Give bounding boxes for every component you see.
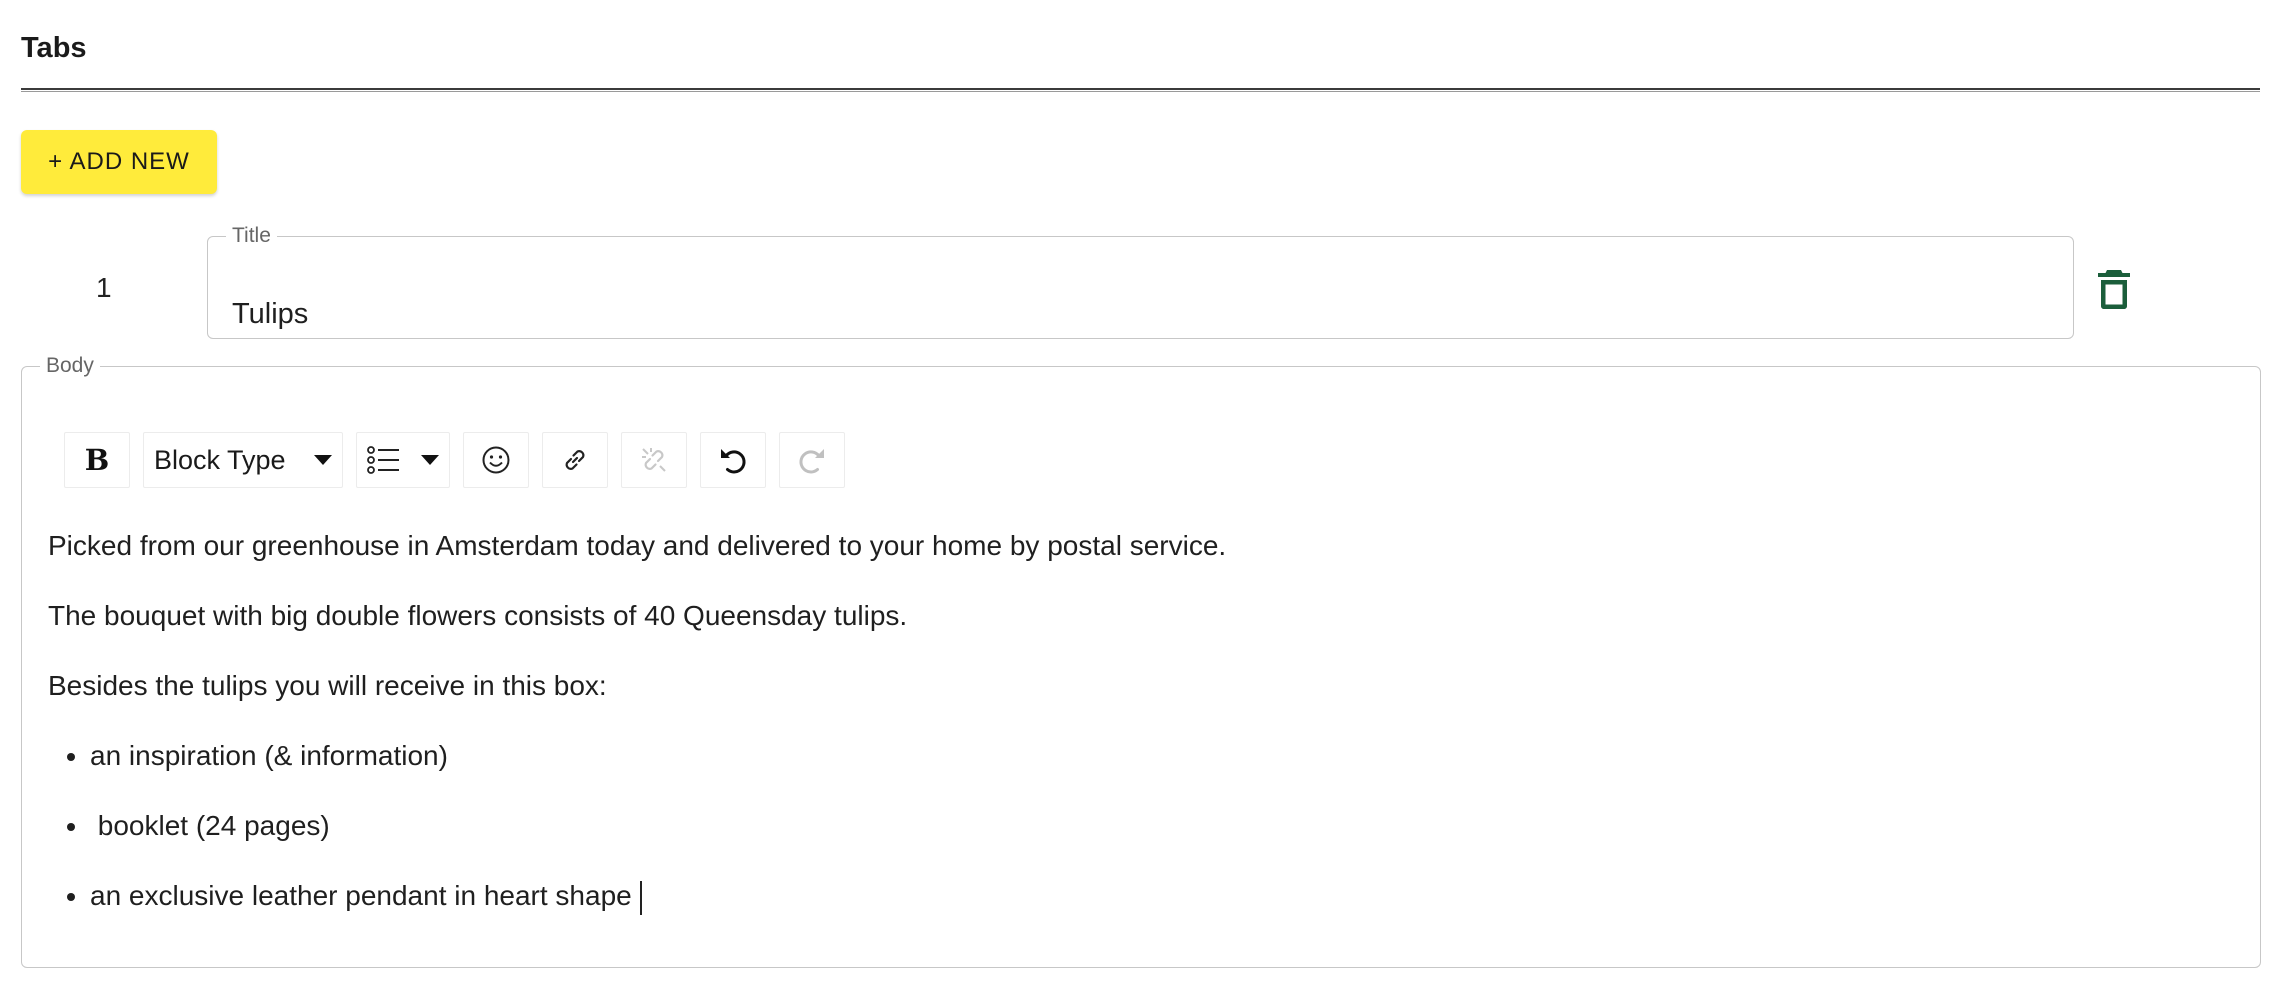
body-field: Body B Block Type Picked from our greenh… [21, 354, 2261, 968]
title-input[interactable] [232, 298, 2012, 331]
tabs-editor-page: Tabs + ADD NEW 1 Title Body B Block Type [0, 0, 2282, 986]
emoji-button[interactable] [463, 432, 529, 488]
body-paragraph: Picked from our greenhouse in Amsterdam … [48, 530, 1227, 561]
body-legend: Body [46, 354, 94, 377]
list-item: booklet (24 pages) [90, 808, 2228, 844]
chevron-down-icon [421, 455, 439, 465]
section-divider [21, 88, 2260, 92]
list-item-text: an inspiration (& information) [90, 740, 448, 771]
editor-toolbar: B Block Type [64, 432, 845, 488]
section-title: Tabs [21, 32, 87, 64]
list-item: an inspiration (& information) [90, 738, 2228, 774]
list-dropdown[interactable] [356, 432, 450, 488]
link-icon [565, 450, 585, 470]
title-legend: Title [232, 224, 271, 247]
title-field: Title [207, 224, 2074, 339]
unlink-button[interactable] [621, 432, 687, 488]
list-item-text: an exclusive leather pendant in heart sh… [90, 880, 632, 911]
unlink-icon [642, 448, 666, 472]
redo-icon [799, 449, 824, 474]
bold-icon: B [84, 443, 110, 477]
rich-text-editor[interactable]: Picked from our greenhouse in Amsterdam … [48, 528, 2228, 949]
list-item: an exclusive leather pendant in heart sh… [90, 878, 2228, 915]
undo-button[interactable] [700, 432, 766, 488]
link-button[interactable] [542, 432, 608, 488]
block-type-dropdown[interactable]: Block Type [143, 432, 343, 488]
delete-icon [2098, 270, 2130, 309]
tab-index: 1 [96, 272, 112, 303]
text-cursor [639, 880, 642, 915]
delete-button[interactable] [2096, 268, 2132, 310]
redo-button[interactable] [779, 432, 845, 488]
add-new-button[interactable]: + ADD NEW [21, 130, 217, 194]
emoji-icon [482, 446, 510, 474]
list-icon [367, 446, 399, 474]
undo-icon [721, 449, 746, 474]
body-paragraph: Besides the tulips you will receive in t… [48, 670, 607, 701]
bold-button[interactable]: B [64, 432, 130, 488]
bullet-list: an inspiration (& information) booklet (… [48, 738, 2228, 915]
body-paragraph: The bouquet with big double flowers cons… [48, 600, 908, 631]
list-item-text: booklet (24 pages) [90, 810, 330, 841]
chevron-down-icon [314, 455, 332, 465]
block-type-label: Block Type [154, 444, 286, 475]
